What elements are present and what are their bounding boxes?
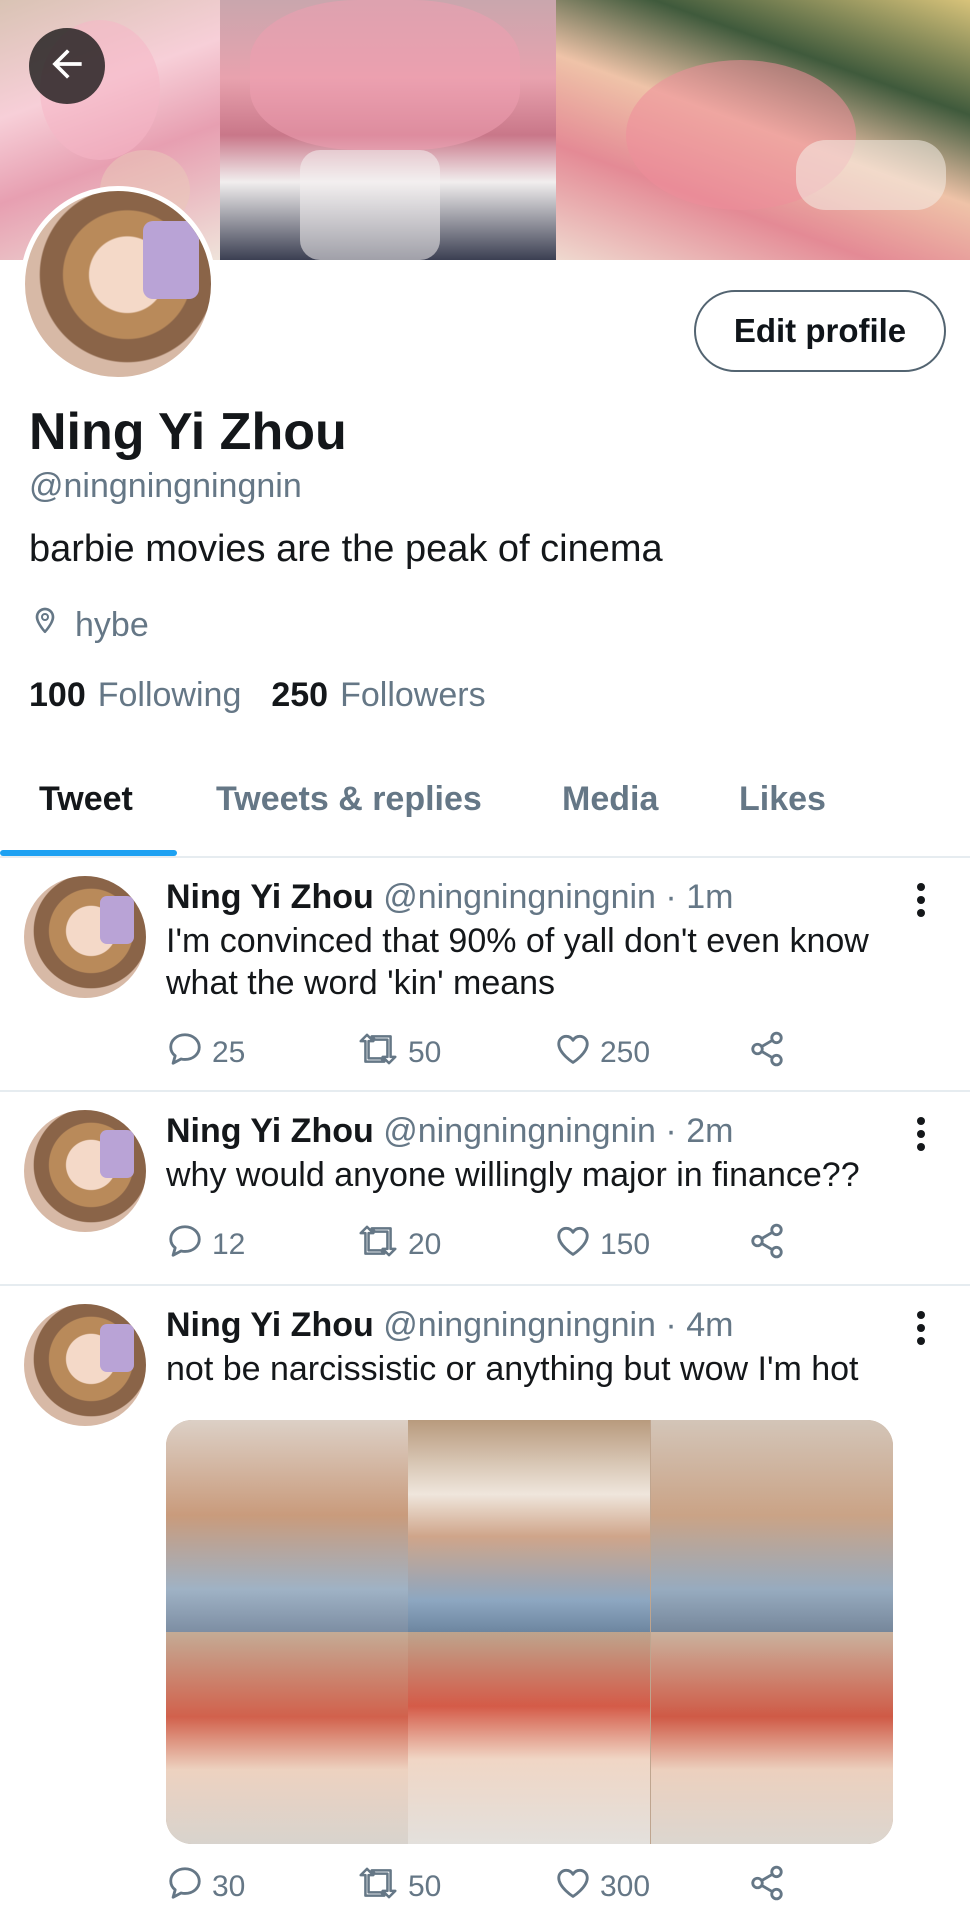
comment-icon	[166, 1864, 212, 1910]
media-photo-cell	[166, 1420, 408, 1632]
heart-icon	[554, 1864, 600, 1910]
following-label: Following	[97, 676, 242, 714]
tweet-avatar[interactable]	[24, 1110, 146, 1232]
tweet-item[interactable]: Ning Yi Zhou @ningningningnin · 1m I'm c…	[0, 858, 970, 1090]
like-count: 150	[600, 1228, 651, 1261]
tweet-time: 2m	[686, 1112, 734, 1150]
tweet-actions: 12 20 150	[166, 1222, 806, 1266]
media-photo-cell	[166, 1632, 408, 1844]
share-button[interactable]	[748, 1864, 794, 1910]
arrow-left-icon	[45, 42, 89, 91]
tweet-handle: @ningningningnin	[383, 1306, 656, 1344]
tweet-separator: ·	[665, 1112, 677, 1150]
followers-label: Followers	[340, 676, 486, 714]
comment-icon	[166, 1222, 212, 1268]
media-photo-cell	[651, 1420, 893, 1632]
tweet-time: 4m	[686, 1306, 734, 1344]
reply-button[interactable]: 12	[166, 1222, 245, 1268]
banner-image-right	[556, 0, 970, 260]
edit-profile-button[interactable]: Edit profile	[694, 290, 946, 372]
media-photo-cell	[408, 1632, 650, 1844]
heart-icon	[554, 1030, 600, 1076]
retweet-button[interactable]: 50	[356, 1864, 441, 1910]
retweet-icon	[356, 1030, 408, 1076]
retweet-count: 50	[408, 1036, 442, 1069]
tweet-handle: @ningningningnin	[383, 1112, 656, 1150]
tweet-header: Ning Yi Zhou @ningningningnin · 2m	[166, 1112, 733, 1151]
tweet-more-button[interactable]	[908, 880, 934, 920]
share-icon	[748, 1030, 794, 1076]
tweet-author: Ning Yi Zhou	[166, 1306, 374, 1344]
tab-media[interactable]: Media	[562, 780, 658, 819]
comment-icon	[166, 1030, 212, 1076]
retweet-icon	[356, 1864, 408, 1910]
tweet-item[interactable]: Ning Yi Zhou @ningningningnin · 4m not b…	[0, 1286, 970, 1920]
profile-avatar[interactable]	[20, 186, 216, 382]
retweet-button[interactable]: 50	[356, 1030, 441, 1076]
avatar-phone-shape	[100, 1324, 134, 1372]
following-count: 100	[29, 676, 86, 714]
tweet-header: Ning Yi Zhou @ningningningnin · 1m	[166, 878, 733, 917]
tweet-text: I'm convinced that 90% of yall don't eve…	[166, 922, 869, 1002]
tweet-time: 1m	[686, 878, 734, 916]
like-button[interactable]: 250	[554, 1030, 650, 1076]
retweet-icon	[356, 1222, 408, 1268]
followers-stat[interactable]: 250 Followers	[271, 676, 485, 715]
profile-stats: 100 Following 250 Followers	[29, 676, 516, 715]
tweet-author: Ning Yi Zhou	[166, 1112, 374, 1150]
tweet-more-button[interactable]	[908, 1308, 934, 1348]
reply-count: 25	[212, 1036, 246, 1069]
profile-name: Ning Yi Zhou	[29, 403, 347, 461]
tweet-media-image[interactable]	[166, 1420, 893, 1844]
reply-button[interactable]: 30	[166, 1864, 245, 1910]
retweet-count: 20	[408, 1228, 442, 1261]
tweet-avatar[interactable]	[24, 1304, 146, 1426]
reply-button[interactable]: 25	[166, 1030, 245, 1076]
media-photo-cell	[651, 1632, 893, 1844]
tweet-header: Ning Yi Zhou @ningningningnin · 4m	[166, 1306, 733, 1345]
tab-tweet[interactable]: Tweet	[39, 780, 133, 819]
tab-tweets-and-replies[interactable]: Tweets & replies	[216, 780, 482, 819]
tweet-separator: ·	[665, 878, 677, 916]
reply-count: 30	[212, 1870, 246, 1903]
location-text: hybe	[75, 606, 149, 644]
share-icon	[748, 1864, 794, 1910]
profile-bio: barbie movies are the peak of cinema	[29, 528, 663, 570]
share-button[interactable]	[748, 1222, 794, 1268]
avatar-phone-shape	[100, 1130, 134, 1178]
retweet-button[interactable]: 20	[356, 1222, 441, 1268]
banner-image-center	[220, 0, 556, 260]
heart-icon	[554, 1222, 600, 1268]
followers-count: 250	[271, 676, 329, 714]
media-photo-cell	[408, 1420, 650, 1632]
reply-count: 12	[212, 1228, 246, 1261]
profile-tabs: Tweet Tweets & replies Media Likes	[0, 760, 970, 856]
like-count: 250	[600, 1036, 651, 1069]
tweet-author: Ning Yi Zhou	[166, 878, 374, 916]
tweet-more-button[interactable]	[908, 1114, 934, 1154]
share-icon	[748, 1222, 794, 1268]
share-button[interactable]	[748, 1030, 794, 1076]
profile-handle: @ningningningnin	[29, 467, 302, 505]
tweet-avatar[interactable]	[24, 876, 146, 998]
like-button[interactable]: 150	[554, 1222, 650, 1268]
tab-likes[interactable]: Likes	[739, 780, 826, 819]
tweet-text: not be narcissistic or anything but wow …	[166, 1350, 859, 1388]
tweet-actions: 25 50 250	[166, 1030, 806, 1074]
avatar-phone-shape	[100, 896, 134, 944]
like-button[interactable]: 300	[554, 1864, 650, 1910]
tweet-handle: @ningningningnin	[383, 878, 656, 916]
avatar-phone-shape	[143, 221, 199, 299]
like-count: 300	[600, 1870, 651, 1903]
tweet-separator: ·	[665, 1306, 677, 1344]
location-pin-icon	[29, 605, 75, 646]
retweet-count: 50	[408, 1870, 442, 1903]
back-button[interactable]	[29, 28, 105, 104]
profile-location: hybe	[29, 605, 149, 646]
tweet-actions: 30 50 300	[166, 1864, 806, 1908]
tweet-item[interactable]: Ning Yi Zhou @ningningningnin · 2m why w…	[0, 1092, 970, 1284]
tweet-text: why would anyone willingly major in fina…	[166, 1156, 860, 1194]
following-stat[interactable]: 100 Following	[29, 676, 241, 715]
